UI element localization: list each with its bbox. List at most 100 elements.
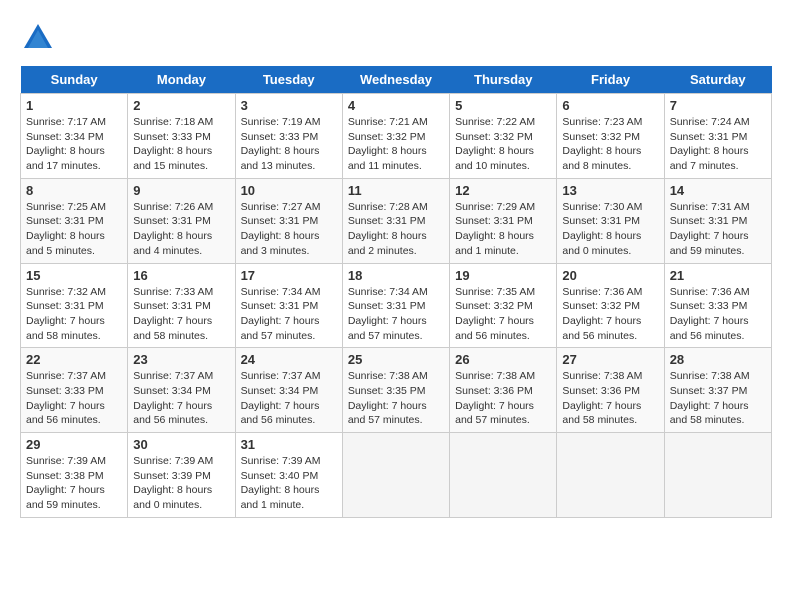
day-info: Sunrise: 7:30 AMSunset: 3:31 PMDaylight:…: [562, 200, 658, 259]
calendar-day-cell: 8 Sunrise: 7:25 AMSunset: 3:31 PMDaylight…: [21, 178, 128, 263]
day-number: 29: [26, 437, 122, 452]
day-number: 8: [26, 183, 122, 198]
calendar-day-cell: 28 Sunrise: 7:38 AMSunset: 3:37 PMDayligh…: [664, 348, 771, 433]
calendar-day-cell: 1 Sunrise: 7:17 AMSunset: 3:34 PMDaylight…: [21, 94, 128, 179]
day-info: Sunrise: 7:17 AMSunset: 3:34 PMDaylight:…: [26, 115, 122, 174]
day-info: Sunrise: 7:37 AMSunset: 3:34 PMDaylight:…: [133, 369, 229, 428]
col-header-tuesday: Tuesday: [235, 66, 342, 94]
calendar-day-cell: 16Sunrise: 7:33 AMSunset: 3:31 PMDayligh…: [128, 263, 235, 348]
calendar-week-row: 8 Sunrise: 7:25 AMSunset: 3:31 PMDaylight…: [21, 178, 772, 263]
calendar-day-cell: 6Sunrise: 7:23 AMSunset: 3:32 PMDaylight…: [557, 94, 664, 179]
day-number: 16: [133, 268, 229, 283]
calendar-day-cell: 26 Sunrise: 7:38 AMSunset: 3:36 PMDayligh…: [450, 348, 557, 433]
calendar-day-cell: 29 Sunrise: 7:39 AMSunset: 3:38 PMDayligh…: [21, 433, 128, 518]
calendar-day-cell: [664, 433, 771, 518]
day-number: 14: [670, 183, 766, 198]
day-number: 12: [455, 183, 551, 198]
day-number: 18: [348, 268, 444, 283]
day-info: Sunrise: 7:37 AMSunset: 3:34 PMDaylight:…: [241, 369, 337, 428]
col-header-monday: Monday: [128, 66, 235, 94]
day-number: 15: [26, 268, 122, 283]
day-number: 26: [455, 352, 551, 367]
day-info: Sunrise: 7:35 AMSunset: 3:32 PMDaylight:…: [455, 285, 551, 344]
calendar-day-cell: 3 Sunrise: 7:19 AMSunset: 3:33 PMDaylight…: [235, 94, 342, 179]
day-number: 19: [455, 268, 551, 283]
day-info: Sunrise: 7:34 AMSunset: 3:31 PMDaylight:…: [241, 285, 337, 344]
day-number: 21: [670, 268, 766, 283]
day-number: 31: [241, 437, 337, 452]
day-info: Sunrise: 7:25 AMSunset: 3:31 PMDaylight:…: [26, 200, 122, 259]
day-info: Sunrise: 7:23 AMSunset: 3:32 PMDaylight:…: [562, 115, 658, 174]
calendar-day-cell: 20 Sunrise: 7:36 AMSunset: 3:32 PMDayligh…: [557, 263, 664, 348]
day-info: Sunrise: 7:37 AMSunset: 3:33 PMDaylight:…: [26, 369, 122, 428]
calendar-day-cell: 25 Sunrise: 7:38 AMSunset: 3:35 PMDayligh…: [342, 348, 449, 433]
calendar-week-row: 22 Sunrise: 7:37 AMSunset: 3:33 PMDayligh…: [21, 348, 772, 433]
day-number: 28: [670, 352, 766, 367]
day-number: 25: [348, 352, 444, 367]
day-info: Sunrise: 7:36 AMSunset: 3:32 PMDaylight:…: [562, 285, 658, 344]
calendar-day-cell: 19 Sunrise: 7:35 AMSunset: 3:32 PMDayligh…: [450, 263, 557, 348]
day-number: 10: [241, 183, 337, 198]
calendar-day-cell: 9 Sunrise: 7:26 AMSunset: 3:31 PMDaylight…: [128, 178, 235, 263]
day-info: Sunrise: 7:18 AMSunset: 3:33 PMDaylight:…: [133, 115, 229, 174]
day-info: Sunrise: 7:39 AMSunset: 3:39 PMDaylight:…: [133, 454, 229, 513]
calendar-day-cell: 12 Sunrise: 7:29 AMSunset: 3:31 PMDayligh…: [450, 178, 557, 263]
logo: [20, 20, 60, 56]
day-info: Sunrise: 7:29 AMSunset: 3:31 PMDaylight:…: [455, 200, 551, 259]
day-number: 7: [670, 98, 766, 113]
col-header-sunday: Sunday: [21, 66, 128, 94]
calendar-day-cell: 13Sunrise: 7:30 AMSunset: 3:31 PMDayligh…: [557, 178, 664, 263]
day-info: Sunrise: 7:21 AMSunset: 3:32 PMDaylight:…: [348, 115, 444, 174]
calendar-day-cell: 10 Sunrise: 7:27 AMSunset: 3:31 PMDayligh…: [235, 178, 342, 263]
day-number: 27: [562, 352, 658, 367]
calendar-day-cell: 24 Sunrise: 7:37 AMSunset: 3:34 PMDayligh…: [235, 348, 342, 433]
day-number: 3: [241, 98, 337, 113]
calendar-day-cell: 22 Sunrise: 7:37 AMSunset: 3:33 PMDayligh…: [21, 348, 128, 433]
calendar-header-row: SundayMondayTuesdayWednesdayThursdayFrid…: [21, 66, 772, 94]
day-info: Sunrise: 7:34 AMSunset: 3:31 PMDaylight:…: [348, 285, 444, 344]
day-info: Sunrise: 7:28 AMSunset: 3:31 PMDaylight:…: [348, 200, 444, 259]
calendar-day-cell: 11 Sunrise: 7:28 AMSunset: 3:31 PMDayligh…: [342, 178, 449, 263]
day-number: 22: [26, 352, 122, 367]
day-number: 2: [133, 98, 229, 113]
day-number: 9: [133, 183, 229, 198]
day-info: Sunrise: 7:38 AMSunset: 3:37 PMDaylight:…: [670, 369, 766, 428]
day-info: Sunrise: 7:27 AMSunset: 3:31 PMDaylight:…: [241, 200, 337, 259]
page-header: [20, 20, 772, 56]
calendar-day-cell: 21 Sunrise: 7:36 AMSunset: 3:33 PMDayligh…: [664, 263, 771, 348]
col-header-friday: Friday: [557, 66, 664, 94]
day-info: Sunrise: 7:31 AMSunset: 3:31 PMDaylight:…: [670, 200, 766, 259]
calendar-day-cell: 17 Sunrise: 7:34 AMSunset: 3:31 PMDayligh…: [235, 263, 342, 348]
calendar-day-cell: [450, 433, 557, 518]
day-info: Sunrise: 7:39 AMSunset: 3:38 PMDaylight:…: [26, 454, 122, 513]
day-number: 24: [241, 352, 337, 367]
calendar-day-cell: 18 Sunrise: 7:34 AMSunset: 3:31 PMDayligh…: [342, 263, 449, 348]
calendar-day-cell: 14 Sunrise: 7:31 AMSunset: 3:31 PMDayligh…: [664, 178, 771, 263]
calendar-day-cell: 30 Sunrise: 7:39 AMSunset: 3:39 PMDayligh…: [128, 433, 235, 518]
calendar-day-cell: [557, 433, 664, 518]
day-info: Sunrise: 7:38 AMSunset: 3:36 PMDaylight:…: [455, 369, 551, 428]
day-number: 1: [26, 98, 122, 113]
calendar-week-row: 29 Sunrise: 7:39 AMSunset: 3:38 PMDayligh…: [21, 433, 772, 518]
day-number: 11: [348, 183, 444, 198]
col-header-saturday: Saturday: [664, 66, 771, 94]
day-info: Sunrise: 7:38 AMSunset: 3:35 PMDaylight:…: [348, 369, 444, 428]
calendar-day-cell: 4 Sunrise: 7:21 AMSunset: 3:32 PMDaylight…: [342, 94, 449, 179]
day-info: Sunrise: 7:26 AMSunset: 3:31 PMDaylight:…: [133, 200, 229, 259]
day-number: 20: [562, 268, 658, 283]
day-info: Sunrise: 7:36 AMSunset: 3:33 PMDaylight:…: [670, 285, 766, 344]
calendar-day-cell: 7Sunrise: 7:24 AMSunset: 3:31 PMDaylight…: [664, 94, 771, 179]
col-header-wednesday: Wednesday: [342, 66, 449, 94]
day-info: Sunrise: 7:38 AMSunset: 3:36 PMDaylight:…: [562, 369, 658, 428]
calendar-day-cell: 27 Sunrise: 7:38 AMSunset: 3:36 PMDayligh…: [557, 348, 664, 433]
calendar-week-row: 1 Sunrise: 7:17 AMSunset: 3:34 PMDaylight…: [21, 94, 772, 179]
calendar-day-cell: 31 Sunrise: 7:39 AMSunset: 3:40 PMDayligh…: [235, 433, 342, 518]
day-info: Sunrise: 7:19 AMSunset: 3:33 PMDaylight:…: [241, 115, 337, 174]
day-info: Sunrise: 7:32 AMSunset: 3:31 PMDaylight:…: [26, 285, 122, 344]
day-number: 30: [133, 437, 229, 452]
calendar-day-cell: 15 Sunrise: 7:32 AMSunset: 3:31 PMDayligh…: [21, 263, 128, 348]
day-number: 17: [241, 268, 337, 283]
day-info: Sunrise: 7:39 AMSunset: 3:40 PMDaylight:…: [241, 454, 337, 513]
calendar-week-row: 15 Sunrise: 7:32 AMSunset: 3:31 PMDayligh…: [21, 263, 772, 348]
day-number: 4: [348, 98, 444, 113]
